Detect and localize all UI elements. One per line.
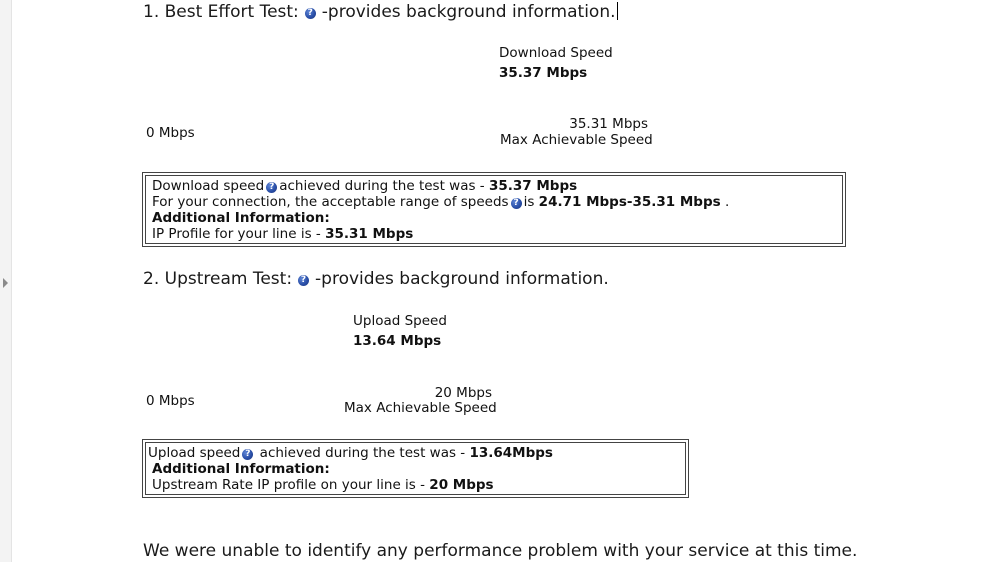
best-effort-title: 1. Best Effort Test:: [143, 2, 299, 22]
download-info-content: Download speed? achieved during the test …: [145, 175, 843, 244]
upstream-ip-profile-value: 20 Mbps: [429, 477, 494, 493]
ip-profile-value: 35.31 Mbps: [325, 226, 414, 242]
upload-max-label: Max Achievable Speed: [344, 400, 497, 416]
download-info-line-4: IP Profile for your line is - 35.31 Mbps: [152, 226, 414, 242]
acceptable-speed-range: 24.71 Mbps-35.31 Mbps: [538, 194, 721, 210]
best-effort-title-row: 1. Best Effort Test:? -provides backgroun…: [143, 2, 618, 22]
download-additional-info-heading: Additional Information:: [152, 210, 330, 226]
upload-additional-info-heading: Additional Information:: [152, 461, 330, 477]
upload-info-line-1: Upload speed? achieved during the test w…: [148, 445, 553, 461]
left-gutter: [0, 0, 12, 562]
upload-max-value: 20 Mbps: [434, 385, 492, 401]
help-question-icon[interactable]: ?: [304, 8, 316, 19]
upload-min-label: 0 Mbps: [146, 393, 195, 409]
download-info-line-1: Download speed? achieved during the test …: [152, 178, 578, 194]
upload-info-line-3: Upstream Rate IP profile on your line is…: [152, 477, 494, 493]
speed-test-results-page: 1. Best Effort Test:? -provides backgroun…: [0, 0, 999, 562]
download-min-label: 0 Mbps: [146, 125, 195, 141]
upstream-title: 2. Upstream Test:: [143, 269, 293, 289]
upload-speed-value: 13.64 Mbps: [353, 333, 442, 349]
download-speed-label: Download Speed: [499, 45, 613, 61]
download-info-line-2: For your connection, the acceptable rang…: [152, 194, 730, 210]
help-question-icon[interactable]: ?: [298, 275, 310, 286]
upload-info-box: Upload speed? achieved during the test w…: [142, 439, 689, 498]
help-question-icon[interactable]: ?: [242, 449, 254, 460]
result-summary-message: We were unable to identify any performan…: [143, 541, 858, 561]
expand-arrow-icon[interactable]: [3, 278, 8, 288]
upstream-title-suffix: -provides background information.: [315, 269, 609, 289]
download-info-box: Download speed? achieved during the test …: [142, 172, 846, 247]
help-question-icon[interactable]: ?: [266, 182, 278, 193]
download-achieved-speed: 35.37 Mbps: [488, 178, 578, 194]
best-effort-title-suffix: -provides background information.: [321, 2, 616, 22]
upload-achieved-speed: 13.64Mbps: [469, 445, 553, 461]
download-max-label: Max Achievable Speed: [500, 132, 653, 148]
help-question-icon[interactable]: ?: [510, 198, 522, 209]
upload-speed-label: Upload Speed: [353, 313, 447, 329]
text-cursor: [616, 2, 618, 20]
upstream-title-row: 2. Upstream Test:? -provides background i…: [143, 269, 609, 289]
download-max-value: 35.31 Mbps: [569, 116, 648, 132]
upload-info-content: Upload speed? achieved during the test w…: [145, 442, 686, 495]
download-speed-value: 35.37 Mbps: [499, 65, 588, 81]
